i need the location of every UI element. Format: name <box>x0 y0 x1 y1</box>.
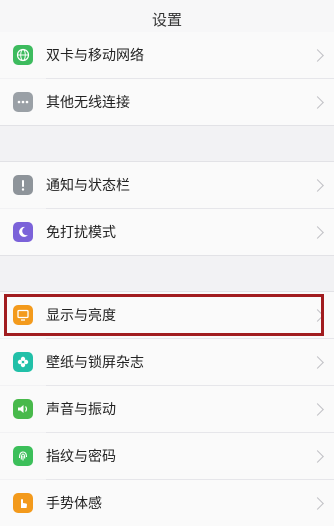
settings-item-display-brightness[interactable]: 显示与亮度 <box>0 292 334 338</box>
settings-item-label: 其他无线连接 <box>46 95 130 111</box>
speaker-icon <box>13 399 33 419</box>
settings-item-label: 壁纸与锁屏杂志 <box>46 355 144 371</box>
settings-item-label: 双卡与移动网络 <box>46 48 144 64</box>
chevron-right-icon <box>311 449 324 463</box>
display-icon <box>13 305 33 325</box>
settings-item-label: 指纹与密码 <box>46 449 116 465</box>
settings-item-do-not-disturb[interactable]: 免打扰模式 <box>0 209 334 255</box>
settings-item-gesture-motion[interactable]: 手势体感 <box>0 480 334 526</box>
chevron-right-icon <box>311 95 324 109</box>
moon-icon <box>13 222 33 242</box>
settings-item-wallpaper-lockscreen[interactable]: 壁纸与锁屏杂志 <box>0 339 334 385</box>
settings-item-label: 声音与振动 <box>46 402 116 418</box>
settings-item-label: 显示与亮度 <box>46 308 116 324</box>
settings-item-other-wireless[interactable]: 其他无线连接 <box>0 79 334 125</box>
exclamation-icon <box>13 175 33 195</box>
settings-item-fingerprint-password[interactable]: 指纹与密码 <box>0 433 334 479</box>
settings-item-label: 通知与状态栏 <box>46 178 130 194</box>
globe-icon <box>13 45 33 65</box>
settings-item-label: 手势体感 <box>46 496 102 512</box>
settings-item-notifications-statusbar[interactable]: 通知与状态栏 <box>0 162 334 208</box>
flower-icon <box>13 352 33 372</box>
group-separator <box>0 125 334 126</box>
chevron-right-icon <box>311 402 324 416</box>
settings-item-label: 免打扰模式 <box>46 225 116 241</box>
more-icon <box>13 92 33 112</box>
chevron-right-icon <box>311 355 324 369</box>
settings-item-sound-vibration[interactable]: 声音与振动 <box>0 386 334 432</box>
chevron-right-icon <box>311 48 324 62</box>
fingerprint-icon <box>13 446 33 466</box>
hand-icon <box>13 493 33 513</box>
chevron-right-icon <box>311 308 324 322</box>
chevron-right-icon <box>311 496 324 510</box>
chevron-right-icon <box>311 178 324 192</box>
chevron-right-icon <box>311 225 324 239</box>
settings-item-dual-sim-network[interactable]: 双卡与移动网络 <box>0 32 334 78</box>
group-separator <box>0 255 334 256</box>
page-title-text: 设置 <box>151 10 182 29</box>
